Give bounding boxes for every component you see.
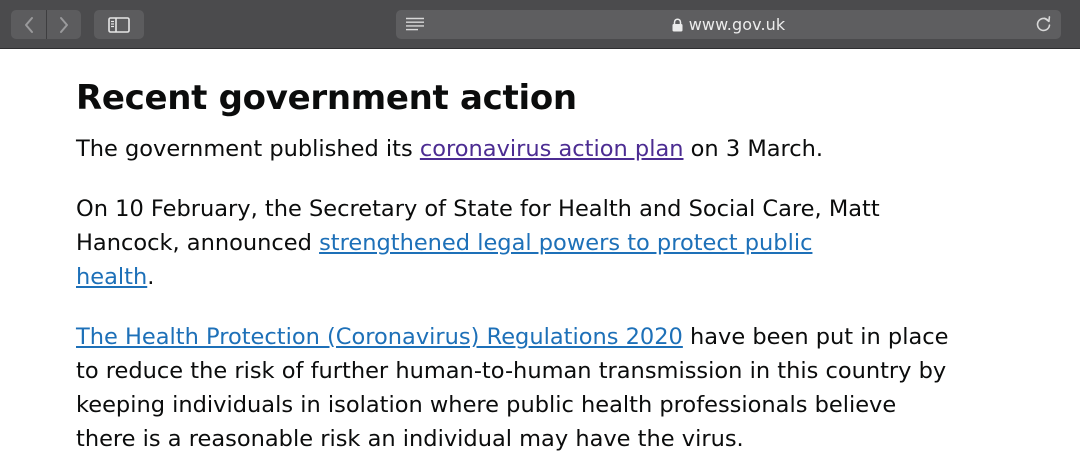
url-text: www.gov.uk <box>688 15 786 34</box>
paragraph-text: . <box>147 264 155 290</box>
page-content: Recent government action The government … <box>76 60 976 456</box>
browser-toolbar: www.gov.uk <box>0 0 1080 49</box>
paragraph-regulations: The Health Protection (Coronavirus) Regu… <box>76 320 956 456</box>
coronavirus-action-plan-link[interactable]: coronavirus action plan <box>420 136 684 162</box>
reload-icon[interactable] <box>1035 16 1052 33</box>
sidebar-button[interactable] <box>94 10 144 39</box>
chevron-right-icon <box>60 16 68 33</box>
chevron-left-icon <box>24 16 33 33</box>
paragraph-text: on 3 March. <box>683 136 824 162</box>
page-heading: Recent government action <box>76 78 577 118</box>
paragraph-action-plan: The government published its coronavirus… <box>76 132 956 166</box>
forward-button[interactable] <box>46 10 81 39</box>
lock-icon <box>672 18 683 31</box>
regulations-link[interactable]: The Health Protection (Coronavirus) Regu… <box>76 324 683 350</box>
paragraph-text: The government published its <box>76 136 420 162</box>
address-bar[interactable]: www.gov.uk <box>396 10 1061 39</box>
sidebar-icon <box>108 16 130 33</box>
back-button[interactable] <box>11 10 46 39</box>
paragraph-legal-powers: On 10 February, the Secretary of State f… <box>76 192 896 294</box>
url-display[interactable]: www.gov.uk <box>396 10 1061 39</box>
navigation-buttons <box>11 10 81 39</box>
